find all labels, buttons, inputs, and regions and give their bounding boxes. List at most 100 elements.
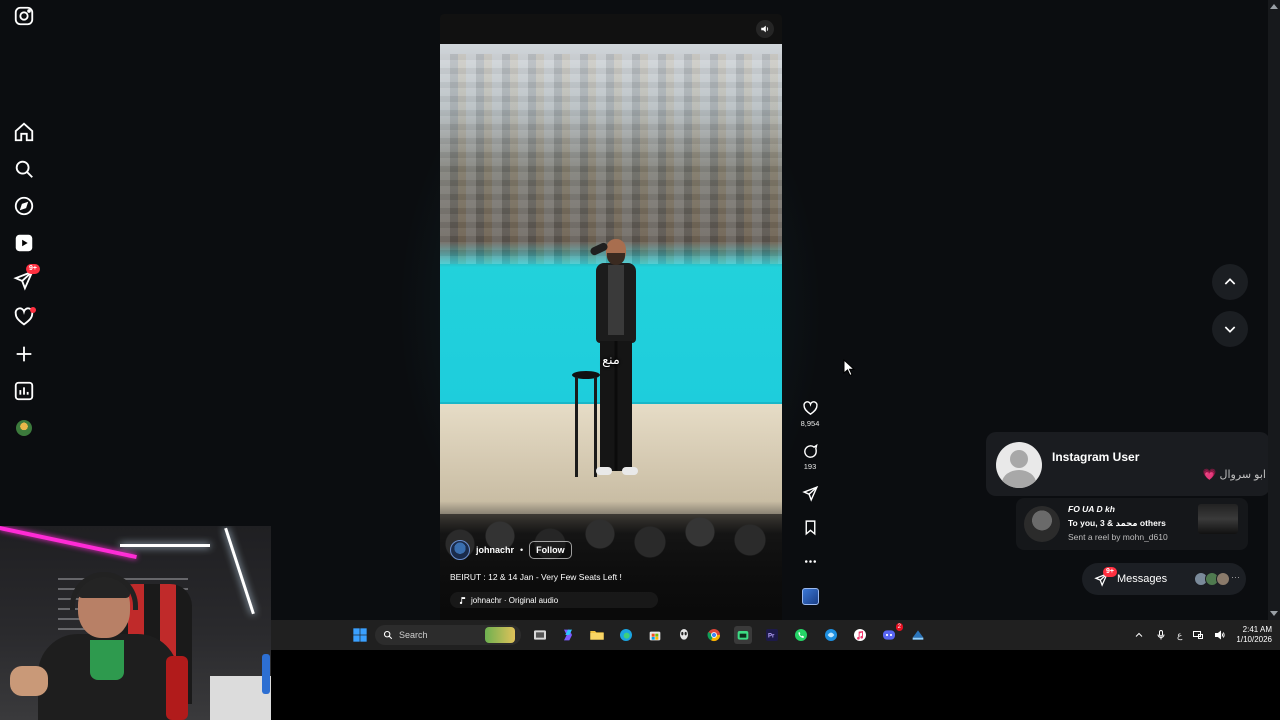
chevron-down-icon xyxy=(1224,326,1236,333)
audio-row[interactable]: johnachr · Original audio xyxy=(450,592,658,608)
send-icon[interactable]: 9+ xyxy=(12,264,40,292)
premiere-pro-icon[interactable]: Pr xyxy=(763,626,781,644)
chevron-up-icon[interactable] xyxy=(1133,629,1145,641)
reel-meta: johnachr • Follow BEIRUT : 12 & 14 Jan -… xyxy=(448,530,774,620)
previous-reel-button[interactable] xyxy=(1212,264,1248,300)
audio-label: johnachr · Original audio xyxy=(471,595,559,605)
reel-actions: 8,954 193 xyxy=(794,396,828,610)
chrome-browser-icon[interactable] xyxy=(705,626,723,644)
windows-start-icon[interactable] xyxy=(351,626,369,644)
edge-browser-icon[interactable] xyxy=(617,626,635,644)
copilot-icon[interactable] xyxy=(559,626,577,644)
shared-reel-message[interactable]: FO UA D kh To you, 3 & محمد others Sent … xyxy=(1016,498,1248,550)
clock-date: 1/10/2026 xyxy=(1236,635,1272,644)
notification-text: ابو سروال xyxy=(1219,469,1266,481)
heart-icon[interactable] xyxy=(12,305,36,329)
send-icon: 9+ xyxy=(1094,566,1117,587)
microphone-icon[interactable] xyxy=(1155,629,1167,641)
like-button[interactable]: 8,954 xyxy=(794,400,826,428)
profile-avatar-icon[interactable] xyxy=(12,416,36,440)
notification-dot xyxy=(30,307,36,313)
page-scrollbar[interactable] xyxy=(1268,0,1280,620)
reel-caption[interactable]: BEIRUT : 12 & 14 Jan - Very Few Seats Le… xyxy=(450,572,622,582)
plus-icon[interactable] xyxy=(12,342,36,366)
volume-icon[interactable] xyxy=(1214,629,1226,641)
comment-button[interactable]: 193 xyxy=(794,443,826,471)
network-icon[interactable] xyxy=(1192,629,1204,641)
author-name[interactable]: johnachr xyxy=(476,545,514,555)
home-icon[interactable] xyxy=(12,120,36,144)
save-button[interactable] xyxy=(794,519,826,536)
microsoft-store-icon[interactable] xyxy=(646,626,664,644)
reels-icon[interactable] xyxy=(12,231,36,255)
search-icon[interactable] xyxy=(12,157,36,181)
android-studio-icon[interactable] xyxy=(734,626,752,644)
sidebar: 9+ xyxy=(0,0,48,520)
notification-subtitle: ابو سروال 💗 xyxy=(1203,468,1266,481)
clock[interactable]: 2:41 AM 1/10/2026 xyxy=(1236,625,1272,645)
heart-emoji: 💗 xyxy=(1202,469,1217,481)
scroll-up-arrow-icon[interactable] xyxy=(1270,4,1278,9)
discord-icon[interactable]: 2 xyxy=(880,623,903,644)
svg-text:Pr: Pr xyxy=(768,634,775,640)
search-placeholder: Search xyxy=(399,630,428,640)
messages-button[interactable]: 9+ Messages ··· xyxy=(1082,563,1246,595)
recent-avatars xyxy=(1194,572,1230,586)
video-subtitle: منع xyxy=(602,352,620,367)
search-highlight-image xyxy=(485,627,515,643)
sender-name: FO UA D kh xyxy=(1068,504,1115,514)
search-icon xyxy=(383,630,393,640)
more-avatars-indicator: ··· xyxy=(1231,572,1240,582)
chevron-up-icon xyxy=(1224,278,1236,285)
city-backdrop xyxy=(440,54,782,264)
share-button[interactable] xyxy=(794,485,826,502)
mute-button[interactable] xyxy=(756,20,774,38)
reel-video[interactable]: منع johnachr • Follow BEIRUT : 12 & 14 J… xyxy=(440,14,782,620)
reel-thumbnail xyxy=(1198,504,1238,534)
avatar xyxy=(1216,572,1230,586)
task-view-icon[interactable] xyxy=(531,626,549,644)
notification-title: Instagram User xyxy=(1052,450,1140,464)
chart-icon[interactable] xyxy=(12,379,36,403)
system-tray: ع 2:41 AM 1/10/2026 xyxy=(1133,620,1272,650)
whatsapp-icon[interactable] xyxy=(792,626,810,644)
send-icon xyxy=(801,485,818,502)
compass-icon[interactable] xyxy=(12,194,36,218)
file-explorer-icon[interactable] xyxy=(588,626,606,644)
windows-taskbar: Search Pr 2 ع 2:41 AM 1/10/2026 xyxy=(271,620,1280,650)
letterbox xyxy=(271,650,1280,720)
steam-icon[interactable] xyxy=(909,626,927,644)
message-preview: Sent a reel by mohn_d610 xyxy=(1068,532,1168,542)
avatar xyxy=(16,420,32,436)
bookmark-icon xyxy=(805,520,815,536)
recipients-text: To you, 3 & محمد others xyxy=(1068,518,1166,528)
heart-icon xyxy=(802,401,818,416)
webcam-overlay xyxy=(0,526,271,720)
mouse-cursor-icon xyxy=(843,358,856,377)
author-avatar[interactable] xyxy=(450,540,470,560)
more-options-button[interactable] xyxy=(794,553,826,570)
taskbar-search[interactable]: Search xyxy=(375,625,521,645)
messages-label: Messages xyxy=(1117,573,1168,585)
messages-pill-badge: 9+ xyxy=(1103,566,1117,577)
messages-badge: 9+ xyxy=(26,264,40,274)
input-language[interactable]: ع xyxy=(1177,630,1182,641)
clock-time: 2:41 AM xyxy=(1242,625,1272,634)
follow-button[interactable]: Follow xyxy=(529,541,572,559)
sender-avatar xyxy=(1024,506,1060,542)
alien-app-icon[interactable] xyxy=(675,626,693,644)
discord-badge: 2 xyxy=(895,623,903,631)
comment-icon xyxy=(803,443,818,458)
audio-thumbnail[interactable] xyxy=(802,588,819,605)
scroll-down-arrow-icon[interactable] xyxy=(1270,611,1278,616)
app-blue-icon[interactable] xyxy=(822,626,840,644)
message-notification[interactable]: Instagram User ابو سروال 💗 xyxy=(986,432,1270,496)
reel-topbar xyxy=(440,14,782,44)
next-reel-button[interactable] xyxy=(1212,311,1248,347)
comment-count: 193 xyxy=(803,462,817,471)
instagram-logo-icon[interactable] xyxy=(12,4,36,28)
itunes-icon[interactable] xyxy=(851,626,869,644)
music-note-icon xyxy=(459,596,466,604)
author-row: johnachr • Follow xyxy=(450,540,572,560)
like-count: 8,954 xyxy=(800,419,820,428)
